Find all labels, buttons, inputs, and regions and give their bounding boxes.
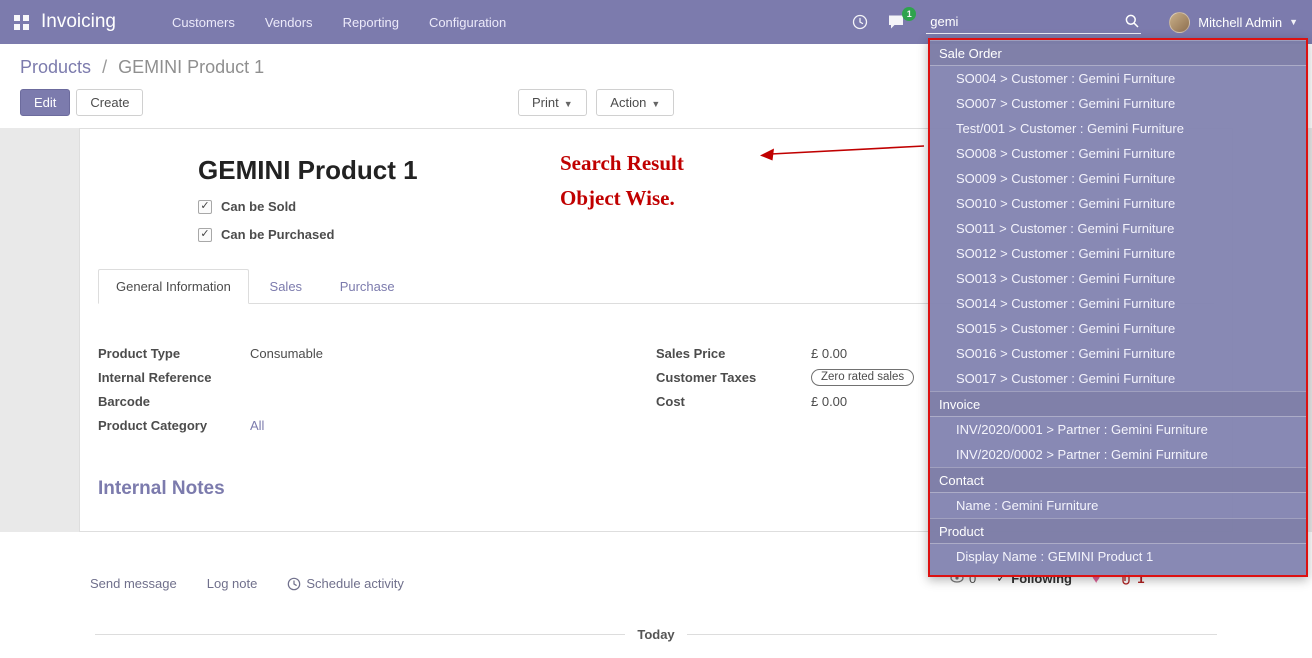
sales-price-label: Sales Price bbox=[656, 346, 811, 361]
field-group-left: Product Type Consumable Internal Referen… bbox=[98, 344, 656, 440]
search-result-item[interactable]: SO013 > Customer : Gemini Furniture bbox=[930, 266, 1306, 291]
search-section-header: Product bbox=[930, 518, 1306, 544]
navbar-right: 1 Mitchell Admin ▼ bbox=[852, 11, 1298, 34]
can-be-purchased-label: Can be Purchased bbox=[221, 227, 334, 242]
cost-value: £ 0.00 bbox=[811, 394, 847, 409]
app-name[interactable]: Invoicing bbox=[41, 11, 116, 33]
search-result-item[interactable]: SO012 > Customer : Gemini Furniture bbox=[930, 241, 1306, 266]
nav-menu-configuration[interactable]: Configuration bbox=[429, 15, 506, 30]
search-result-section: Contact Name : Gemini Furniture bbox=[930, 467, 1306, 518]
avatar bbox=[1169, 12, 1190, 33]
search-result-item[interactable]: SO008 > Customer : Gemini Furniture bbox=[930, 141, 1306, 166]
breadcrumb-separator: / bbox=[102, 57, 107, 77]
search-section-header: Invoice bbox=[930, 391, 1306, 417]
search-result-item[interactable]: SO009 > Customer : Gemini Furniture bbox=[930, 166, 1306, 191]
search-result-item[interactable]: SO017 > Customer : Gemini Furniture bbox=[930, 366, 1306, 391]
tab-purchase[interactable]: Purchase bbox=[323, 270, 412, 303]
search-result-item[interactable]: SO010 > Customer : Gemini Furniture bbox=[930, 191, 1306, 216]
annotation-line-1: Search Result bbox=[560, 146, 684, 181]
barcode-label: Barcode bbox=[98, 394, 250, 409]
schedule-activity-link[interactable]: Schedule activity bbox=[287, 576, 404, 591]
search-result-item[interactable]: SO007 > Customer : Gemini Furniture bbox=[930, 91, 1306, 116]
caret-down-icon: ▼ bbox=[651, 99, 660, 109]
search-result-item[interactable]: SO016 > Customer : Gemini Furniture bbox=[930, 341, 1306, 366]
search-result-section: Invoice INV/2020/0001 > Partner : Gemini… bbox=[930, 391, 1306, 467]
cost-label: Cost bbox=[656, 394, 811, 409]
navbar-search bbox=[926, 11, 1141, 34]
customer-taxes-badge[interactable]: Zero rated sales bbox=[811, 369, 914, 386]
search-result-section: Product Display Name : GEMINI Product 1 bbox=[930, 518, 1306, 569]
breadcrumb-current: GEMINI Product 1 bbox=[118, 57, 264, 77]
activities-clock-icon[interactable] bbox=[852, 14, 868, 30]
user-menu[interactable]: Mitchell Admin ▼ bbox=[1169, 12, 1298, 33]
nav-menu-customers[interactable]: Customers bbox=[172, 15, 235, 30]
product-category-value-link[interactable]: All bbox=[250, 418, 264, 433]
field-row-barcode: Barcode bbox=[98, 392, 656, 410]
search-result-item[interactable]: Display Name : GEMINI Product 1 bbox=[930, 544, 1306, 569]
search-result-item[interactable]: INV/2020/0002 > Partner : Gemini Furnitu… bbox=[930, 442, 1306, 467]
divider-line bbox=[687, 634, 1217, 635]
search-icon[interactable] bbox=[1125, 14, 1139, 31]
user-name: Mitchell Admin bbox=[1198, 15, 1282, 30]
search-result-item[interactable]: Test/001 > Customer : Gemini Furniture bbox=[930, 116, 1306, 141]
field-row-internal-reference: Internal Reference bbox=[98, 368, 656, 386]
search-section-items: Name : Gemini Furniture bbox=[930, 493, 1306, 518]
breadcrumb-products-link[interactable]: Products bbox=[20, 57, 91, 77]
search-section-header: Contact bbox=[930, 467, 1306, 493]
search-result-item[interactable]: INV/2020/0001 > Partner : Gemini Furnitu… bbox=[930, 417, 1306, 442]
print-label: Print bbox=[532, 95, 559, 110]
caret-down-icon: ▼ bbox=[564, 99, 573, 109]
search-results-dropdown: Sale Order SO004 > Customer : Gemini Fur… bbox=[928, 38, 1308, 577]
search-result-item[interactable]: Name : Gemini Furniture bbox=[930, 493, 1306, 518]
messages-badge: 1 bbox=[902, 7, 916, 21]
action-dropdown-button[interactable]: Action ▼ bbox=[596, 89, 674, 116]
field-row-product-type: Product Type Consumable bbox=[98, 344, 656, 362]
internal-reference-label: Internal Reference bbox=[98, 370, 250, 385]
search-section-items: INV/2020/0001 > Partner : Gemini Furnitu… bbox=[930, 417, 1306, 467]
search-result-item[interactable]: SO011 > Customer : Gemini Furniture bbox=[930, 216, 1306, 241]
create-button[interactable]: Create bbox=[76, 89, 143, 116]
search-section-items: SO004 > Customer : Gemini Furniture SO00… bbox=[930, 66, 1306, 391]
annotation-text: Search Result Object Wise. bbox=[560, 146, 684, 216]
messages-icon[interactable]: 1 bbox=[888, 14, 906, 30]
action-label: Action bbox=[610, 95, 646, 110]
nav-menu-vendors[interactable]: Vendors bbox=[265, 15, 313, 30]
annotation-arrow bbox=[758, 141, 928, 163]
nav-menu-reporting[interactable]: Reporting bbox=[343, 15, 399, 30]
search-section-items: Display Name : GEMINI Product 1 bbox=[930, 544, 1306, 569]
search-result-item[interactable]: SO014 > Customer : Gemini Furniture bbox=[930, 291, 1306, 316]
can-be-sold-checkbox[interactable]: ✓ bbox=[198, 200, 212, 214]
log-note-link[interactable]: Log note bbox=[207, 576, 258, 591]
product-type-value: Consumable bbox=[250, 346, 323, 361]
today-divider: Today bbox=[95, 627, 1217, 642]
search-input[interactable] bbox=[926, 11, 1141, 34]
edit-button[interactable]: Edit bbox=[20, 89, 70, 116]
search-result-item[interactable]: SO015 > Customer : Gemini Furniture bbox=[930, 316, 1306, 341]
caret-down-icon: ▼ bbox=[1289, 17, 1298, 27]
today-label: Today bbox=[625, 627, 686, 642]
product-category-label: Product Category bbox=[98, 418, 250, 433]
tab-sales[interactable]: Sales bbox=[253, 270, 320, 303]
clock-icon bbox=[287, 577, 301, 591]
field-row-product-category: Product Category All bbox=[98, 416, 656, 434]
tab-general-information[interactable]: General Information bbox=[98, 269, 249, 304]
customer-taxes-label: Customer Taxes bbox=[656, 370, 811, 385]
can-be-purchased-checkbox[interactable]: ✓ bbox=[198, 228, 212, 242]
search-section-header: Sale Order bbox=[930, 40, 1306, 66]
can-be-sold-label: Can be Sold bbox=[221, 199, 296, 214]
action-buttons: Print ▼ Action ▼ bbox=[518, 89, 680, 116]
annotation-line-2: Object Wise. bbox=[560, 181, 684, 216]
sales-price-value: £ 0.00 bbox=[811, 346, 847, 361]
apps-menu-icon[interactable] bbox=[14, 15, 29, 30]
send-message-link[interactable]: Send message bbox=[90, 576, 177, 591]
schedule-activity-label: Schedule activity bbox=[306, 576, 404, 591]
print-dropdown-button[interactable]: Print ▼ bbox=[518, 89, 587, 116]
divider-line bbox=[95, 634, 625, 635]
search-result-section: Sale Order SO004 > Customer : Gemini Fur… bbox=[930, 40, 1306, 391]
product-type-label: Product Type bbox=[98, 346, 250, 361]
search-result-item[interactable]: SO004 > Customer : Gemini Furniture bbox=[930, 66, 1306, 91]
